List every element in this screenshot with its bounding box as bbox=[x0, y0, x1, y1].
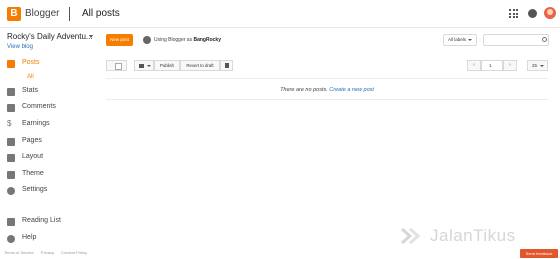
next-page-button[interactable]: › bbox=[503, 60, 517, 71]
blog-selector[interactable]: Rocky's Daily Adventu... bbox=[7, 32, 93, 41]
search-input[interactable] bbox=[483, 34, 549, 46]
sidebar-item-label: Comments bbox=[22, 103, 56, 110]
empty-text: There are no posts. bbox=[280, 87, 330, 93]
sidebar-item-posts[interactable]: Posts bbox=[0, 58, 100, 70]
comments-icon bbox=[7, 104, 15, 112]
sidebar-item-pages[interactable]: Pages bbox=[0, 136, 100, 148]
blogger-logo-icon[interactable] bbox=[7, 7, 21, 21]
page-title: All posts bbox=[82, 8, 120, 19]
jalantikus-logo-icon bbox=[401, 227, 421, 245]
chevron-down-icon[interactable] bbox=[89, 35, 93, 38]
sidebar-item-settings[interactable]: Settings bbox=[0, 185, 100, 197]
sidebar-item-label: Reading List bbox=[22, 217, 61, 224]
privacy-link[interactable]: Privacy bbox=[41, 250, 54, 255]
chevron-down-icon bbox=[147, 65, 151, 67]
pages-icon bbox=[7, 138, 15, 146]
posts-per-page-select[interactable]: 25 bbox=[527, 60, 548, 71]
using-username: BangRocky bbox=[193, 37, 221, 43]
previous-page-button[interactable]: ‹ bbox=[467, 60, 481, 71]
sidebar-item-label: Posts bbox=[22, 59, 40, 66]
using-prefix: Using Blogger as bbox=[154, 37, 194, 43]
sidebar-subitem-all[interactable]: All bbox=[27, 74, 34, 80]
theme-icon bbox=[7, 171, 15, 179]
watermark: JalanTikus bbox=[400, 226, 555, 249]
stats-icon bbox=[7, 88, 15, 96]
publish-button[interactable]: Publish bbox=[154, 60, 180, 71]
labels-filter-select[interactable]: All labels bbox=[443, 34, 477, 46]
apps-grid-icon[interactable] bbox=[509, 9, 518, 18]
new-post-button[interactable]: New post bbox=[106, 34, 133, 46]
sidebar-item-layout[interactable]: Layout bbox=[0, 152, 100, 164]
search-icon[interactable] bbox=[542, 37, 547, 42]
page-number-select[interactable]: 1 bbox=[481, 60, 503, 71]
view-blog-link[interactable]: View blog bbox=[7, 44, 33, 50]
dollar-icon: $ bbox=[7, 119, 12, 128]
create-new-post-link[interactable]: Create a new post bbox=[329, 87, 374, 93]
notifications-icon[interactable] bbox=[528, 9, 537, 18]
footer-links: Terms of Service Privacy Content Policy bbox=[4, 250, 93, 255]
sidebar-item-label: Settings bbox=[22, 186, 48, 193]
sidebar-item-label: Stats bbox=[22, 87, 38, 94]
sidebar-item-stats[interactable]: Stats bbox=[0, 86, 100, 98]
help-icon bbox=[7, 235, 15, 243]
sidebar-item-earnings[interactable]: $ Earnings bbox=[0, 119, 100, 131]
label-icon bbox=[139, 64, 144, 68]
sidebar-item-label: Layout bbox=[22, 153, 44, 160]
sidebar-item-label: Earnings bbox=[22, 120, 50, 127]
sidebar-item-reading-list[interactable]: Reading List bbox=[0, 216, 100, 228]
divider bbox=[106, 78, 548, 79]
posts-icon bbox=[7, 60, 15, 68]
header-divider bbox=[69, 7, 70, 21]
revert-to-draft-button[interactable]: Revert to draft bbox=[180, 60, 220, 71]
terms-link[interactable]: Terms of Service bbox=[4, 250, 34, 255]
brand-name[interactable]: Blogger bbox=[25, 8, 59, 19]
select-all-checkbox[interactable] bbox=[106, 60, 127, 71]
watermark-text: JalanTikus bbox=[430, 226, 516, 245]
bookmark-icon bbox=[7, 218, 15, 226]
sidebar-item-label: Help bbox=[22, 234, 37, 241]
delete-icon[interactable] bbox=[220, 60, 233, 71]
divider bbox=[106, 99, 548, 100]
sidebar-item-label: Pages bbox=[22, 137, 42, 144]
top-bar: Blogger All posts bbox=[0, 0, 560, 28]
user-avatar[interactable] bbox=[544, 7, 556, 19]
sidebar-item-label: Theme bbox=[22, 170, 44, 177]
gear-icon bbox=[7, 187, 15, 195]
sidebar-item-help[interactable]: Help bbox=[0, 233, 100, 245]
account-avatar bbox=[143, 36, 151, 44]
sidebar-item-theme[interactable]: Theme bbox=[0, 169, 100, 181]
using-blogger-as: Using Blogger as BangRocky bbox=[154, 37, 221, 43]
sidebar-item-comments[interactable]: Comments bbox=[0, 102, 100, 114]
layout-icon bbox=[7, 154, 15, 162]
empty-state-message: There are no posts. Create a new post bbox=[106, 87, 548, 93]
content-policy-link[interactable]: Content Policy bbox=[61, 250, 87, 255]
send-feedback-button[interactable]: Send feedback bbox=[520, 249, 558, 258]
label-button[interactable] bbox=[134, 60, 154, 71]
